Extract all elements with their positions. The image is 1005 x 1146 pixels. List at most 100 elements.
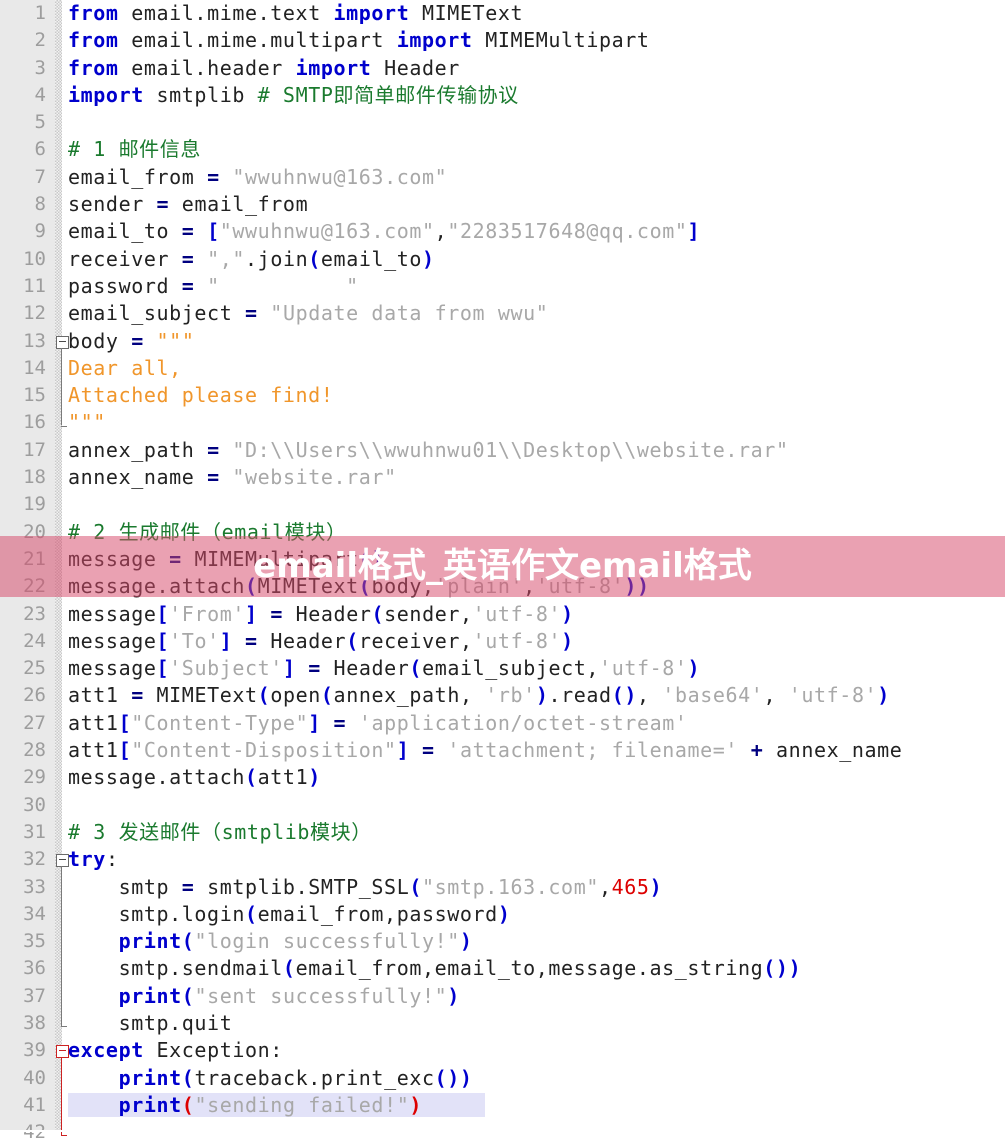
code-line[interactable]: 10 receiver = ",".join(email_to) [0,246,1005,273]
code-text[interactable]: message['From'] = Header(sender,'utf-8') [68,601,574,628]
line-number: 10 [23,247,46,270]
code-line[interactable]: 38 smtp.quit [0,1010,1005,1037]
code-line[interactable]: 41 print("sending failed!") [0,1092,1005,1119]
code-text[interactable]: print("sent successfully!") [68,983,460,1010]
fold-toggle-icon-line-13[interactable] [56,335,69,349]
code-line[interactable]: 30 [0,792,1005,819]
code-line[interactable]: 37 print("sent successfully!") [0,983,1005,1010]
token-brk: ) [561,601,574,626]
code-line[interactable]: 33 smtp = smtplib.SMTP_SSL("smtp.163.com… [0,874,1005,901]
token-kw: import [68,82,144,107]
code-line[interactable]: 32 try: [0,846,1005,873]
code-line[interactable]: 35 print("login successfully!") [0,928,1005,955]
code-line[interactable]: 31 # 3 发送邮件（smtplib模块） [0,819,1005,846]
code-text[interactable]: from email.mime.text import MIMEText [68,0,523,27]
code-text[interactable]: print(traceback.print_exc()) [68,1065,473,1092]
code-line[interactable]: 25 message['Subject'] = Header(email_subj… [0,655,1005,682]
token-plain: email.header [118,55,296,80]
code-text[interactable]: from email.mime.multipart import MIMEMul… [68,27,650,54]
fold-toggle-icon-line-32[interactable] [56,854,69,868]
code-text[interactable]: email_subject = "Update data from wwu" [68,300,548,327]
code-line[interactable]: 27 att1["Content-Type"] = 'application/oc… [0,710,1005,737]
code-line[interactable]: 23 message['From'] = Header(sender,'utf-8… [0,601,1005,628]
code-line[interactable]: 8 sender = email_from [0,191,1005,218]
token-str: "sending failed!" [194,1092,410,1117]
code-line[interactable]: 2 from email.mime.multipart import MIMEMu… [0,27,1005,54]
code-line[interactable]: 24 message['To'] = Header(receiver,'utf-8… [0,628,1005,655]
code-text[interactable]: message['To'] = Header(receiver,'utf-8') [68,628,574,655]
code-line[interactable]: 9 email_to = ["wwuhnwu@163.com","22835176… [0,218,1005,245]
code-line[interactable]: 19 [0,491,1005,518]
token-plain: message.attach [68,765,245,790]
code-text[interactable]: body = """ [68,328,194,355]
code-text[interactable]: except Exception: [68,1037,283,1064]
code-text[interactable]: import smtplib # SMTP即简单邮件传输协议 [68,82,519,109]
code-editor[interactable]: 1 from email.mime.text import MIMEText 2 fr… [0,0,1005,1143]
code-line[interactable]: 4 import smtplib # SMTP即简单邮件传输协议 [0,82,1005,109]
code-line[interactable]: 3 from email.header import Header [0,55,1005,82]
code-text[interactable]: att1["Content-Disposition"] = 'attachmen… [68,737,902,764]
code-text[interactable]: print("sending failed!") [68,1092,486,1119]
line-number: 24 [23,629,46,652]
code-text[interactable]: try: [68,846,119,873]
code-text[interactable]: from email.header import Header [68,55,460,82]
code-line[interactable]: 5 [0,109,1005,136]
code-text[interactable]: """ [68,409,106,436]
token-plain: , [434,219,448,244]
token-plain: message [68,601,157,626]
code-line[interactable]: 1 from email.mime.text import MIMEText [0,0,1005,27]
code-text[interactable]: annex_path = "D:\\Users\\wwuhnwu01\\Desk… [68,437,789,464]
code-line[interactable]: 34 smtp.login(email_from,password) [0,901,1005,928]
code-line[interactable]: 12 email_subject = "Update data from wwu" [0,300,1005,327]
code-text[interactable]: att1["Content-Type"] = 'application/octe… [68,710,688,737]
code-line[interactable]: 39 except Exception: [0,1037,1005,1064]
code-line[interactable]: 18 annex_name = "website.rar" [0,464,1005,491]
token-op: = [308,656,321,681]
token-plain: , [598,874,612,899]
code-line[interactable]: 14 Dear all, [0,355,1005,382]
code-line[interactable]: 13 body = """ [0,328,1005,355]
fold-toggle-icon-line-39[interactable] [56,1045,69,1059]
code-line[interactable]: 28 att1["Content-Disposition"] = 'attachm… [0,737,1005,764]
code-line[interactable]: 17 annex_path = "D:\\Users\\wwuhnwu01\\De… [0,437,1005,464]
code-text[interactable]: att1 = MIMEText(open(annex_path, 'rb').r… [68,682,890,709]
code-text[interactable]: password = " " [68,273,359,300]
code-text[interactable]: # 1 邮件信息 [68,136,201,163]
code-text[interactable]: message['Subject'] = Header(email_subjec… [68,655,700,682]
code-text[interactable]: # 3 发送邮件（smtplib模块） [68,819,372,846]
code-text[interactable]: smtp = smtplib.SMTP_SSL("smtp.163.com",4… [68,874,662,901]
code-line[interactable]: 7 email_from = "wwuhnwu@163.com" [0,164,1005,191]
code-line[interactable]: 36 smtp.sendmail(email_from,email_to,mes… [0,955,1005,982]
code-text[interactable]: smtp.quit [68,1010,232,1037]
line-number: 11 [23,274,46,297]
code-line[interactable]: 42 [0,1119,1005,1146]
code-text[interactable]: receiver = ",".join(email_to) [68,246,435,273]
token-plain: email_subject, [422,656,600,681]
code-line[interactable]: 16 """ [0,409,1005,436]
token-brk: ( [181,1065,195,1090]
code-line[interactable]: 40 print(traceback.print_exc()) [0,1065,1005,1092]
code-text[interactable]: Attached please find! [68,382,333,409]
code-text[interactable]: email_from = "wwuhnwu@163.com" [68,164,447,191]
code-text[interactable]: message.attach(att1) [68,764,321,791]
code-line[interactable]: 11 password = " " [0,273,1005,300]
token-kw: from [68,1,119,25]
code-text[interactable]: email_to = ["wwuhnwu@163.com","228351764… [68,218,700,245]
code-text[interactable]: sender = email_from [68,191,308,218]
fold-range-end-line-13 [61,425,67,427]
token-kw: except [68,1038,144,1063]
code-text[interactable]: smtp.login(email_from,password) [68,901,510,928]
code-text[interactable]: print("login successfully!") [68,928,473,955]
code-text[interactable]: Dear all, [68,355,182,382]
code-line[interactable]: 15 Attached please find! [0,382,1005,409]
code-text[interactable]: smtp.sendmail(email_from,email_to,messag… [68,955,801,982]
line-number: 1 [34,2,46,24]
code-text[interactable]: annex_name = "website.rar" [68,464,397,491]
token-op: = [156,192,170,217]
token-brk: [ [156,656,170,681]
token-str: 'application/octet-stream' [358,710,688,735]
code-line[interactable]: 26 att1 = MIMEText(open(annex_path, 'rb')… [0,682,1005,709]
code-line[interactable]: 6 # 1 邮件信息 [0,136,1005,163]
code-line[interactable]: 29 message.attach(att1) [0,764,1005,791]
